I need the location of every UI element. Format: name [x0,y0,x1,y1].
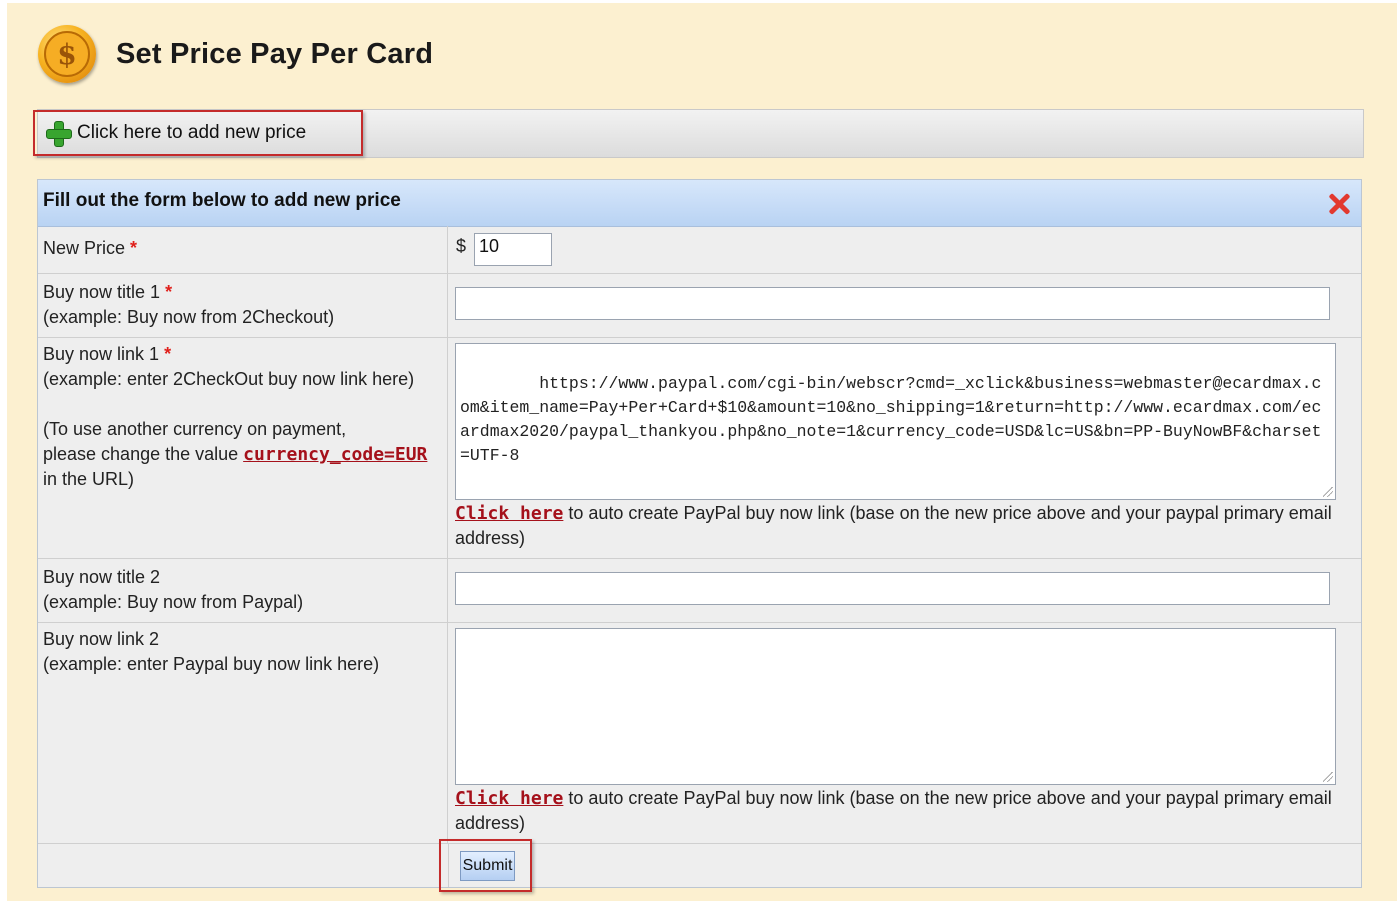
resize-grip-icon[interactable] [1323,772,1333,782]
link-1-label: Buy now link 1 [43,344,160,364]
link-1-help: Click here to auto create PayPal buy now… [455,501,1340,551]
new-price-label: New Price [43,238,126,258]
link-1-example: (example: enter 2CheckOut buy now link h… [43,369,415,389]
dollar-coin-icon: $ [38,25,96,83]
currency-note-change: please change the value [43,444,244,464]
title-2-label: Buy now title 2 [43,567,161,587]
link-2-example: (example: enter Paypal buy now link here… [43,654,380,674]
row-link-1: Buy now link 1 * (example: enter 2CheckO… [38,337,1361,559]
row-new-price: New Price * $ 10 [38,226,1361,274]
auto-create-link-2[interactable]: Click here [455,788,563,809]
required-mark: * [164,344,172,364]
plus-icon [45,120,72,147]
submit-highlight: Submit [439,839,532,892]
form-header: Fill out the form below to add new price [38,180,1361,227]
auto-create-link-1[interactable]: Click here [455,503,563,524]
link-2-textarea[interactable] [455,628,1336,785]
link-2-help: Click here to auto create PayPal buy now… [455,786,1340,836]
currency-code-link[interactable]: currency_code=EUR [243,444,427,465]
add-price-form: Fill out the form below to add new price… [37,179,1362,888]
link-1-textarea[interactable]: https://www.paypal.com/cgi-bin/webscr?cm… [455,343,1336,500]
link-2-help-text: to auto create PayPal buy now link (base… [455,788,1332,833]
title-1-example: (example: Buy now from 2Checkout) [43,307,335,327]
new-price-input[interactable]: 10 [474,233,552,266]
form-heading: Fill out the form below to add new price [43,190,401,211]
page-title: Set Price Pay Per Card [116,37,434,70]
row-link-2: Buy now link 2 (example: enter Paypal bu… [38,622,1361,844]
add-new-price-button[interactable]: Click here to add new price [33,110,363,156]
row-title-2: Buy now title 2 (example: Buy now from P… [38,558,1361,623]
title-1-input[interactable] [455,287,1330,320]
title-1-label: Buy now title 1 [43,282,161,302]
link-1-value: https://www.paypal.com/cgi-bin/webscr?cm… [460,374,1322,465]
add-new-price-label: Click here to add new price [77,122,307,143]
close-icon[interactable] [1327,192,1351,216]
resize-grip-icon[interactable] [1323,487,1333,497]
title-2-input[interactable] [455,572,1330,605]
link-1-help-text: to auto create PayPal buy now link (base… [455,503,1332,548]
currency-symbol: $ [456,236,467,256]
title-2-example: (example: Buy now from Paypal) [43,592,304,612]
currency-note: (To use another currency on payment, [43,419,347,439]
required-mark: * [165,282,173,302]
required-mark: * [130,238,138,258]
submit-button[interactable]: Submit [460,851,515,881]
currency-note-url: in the URL) [43,469,135,489]
page-header: $ Set Price Pay Per Card [38,24,433,84]
row-title-1: Buy now title 1 * (example: Buy now from… [38,273,1361,338]
link-2-label: Buy now link 2 [43,629,160,649]
